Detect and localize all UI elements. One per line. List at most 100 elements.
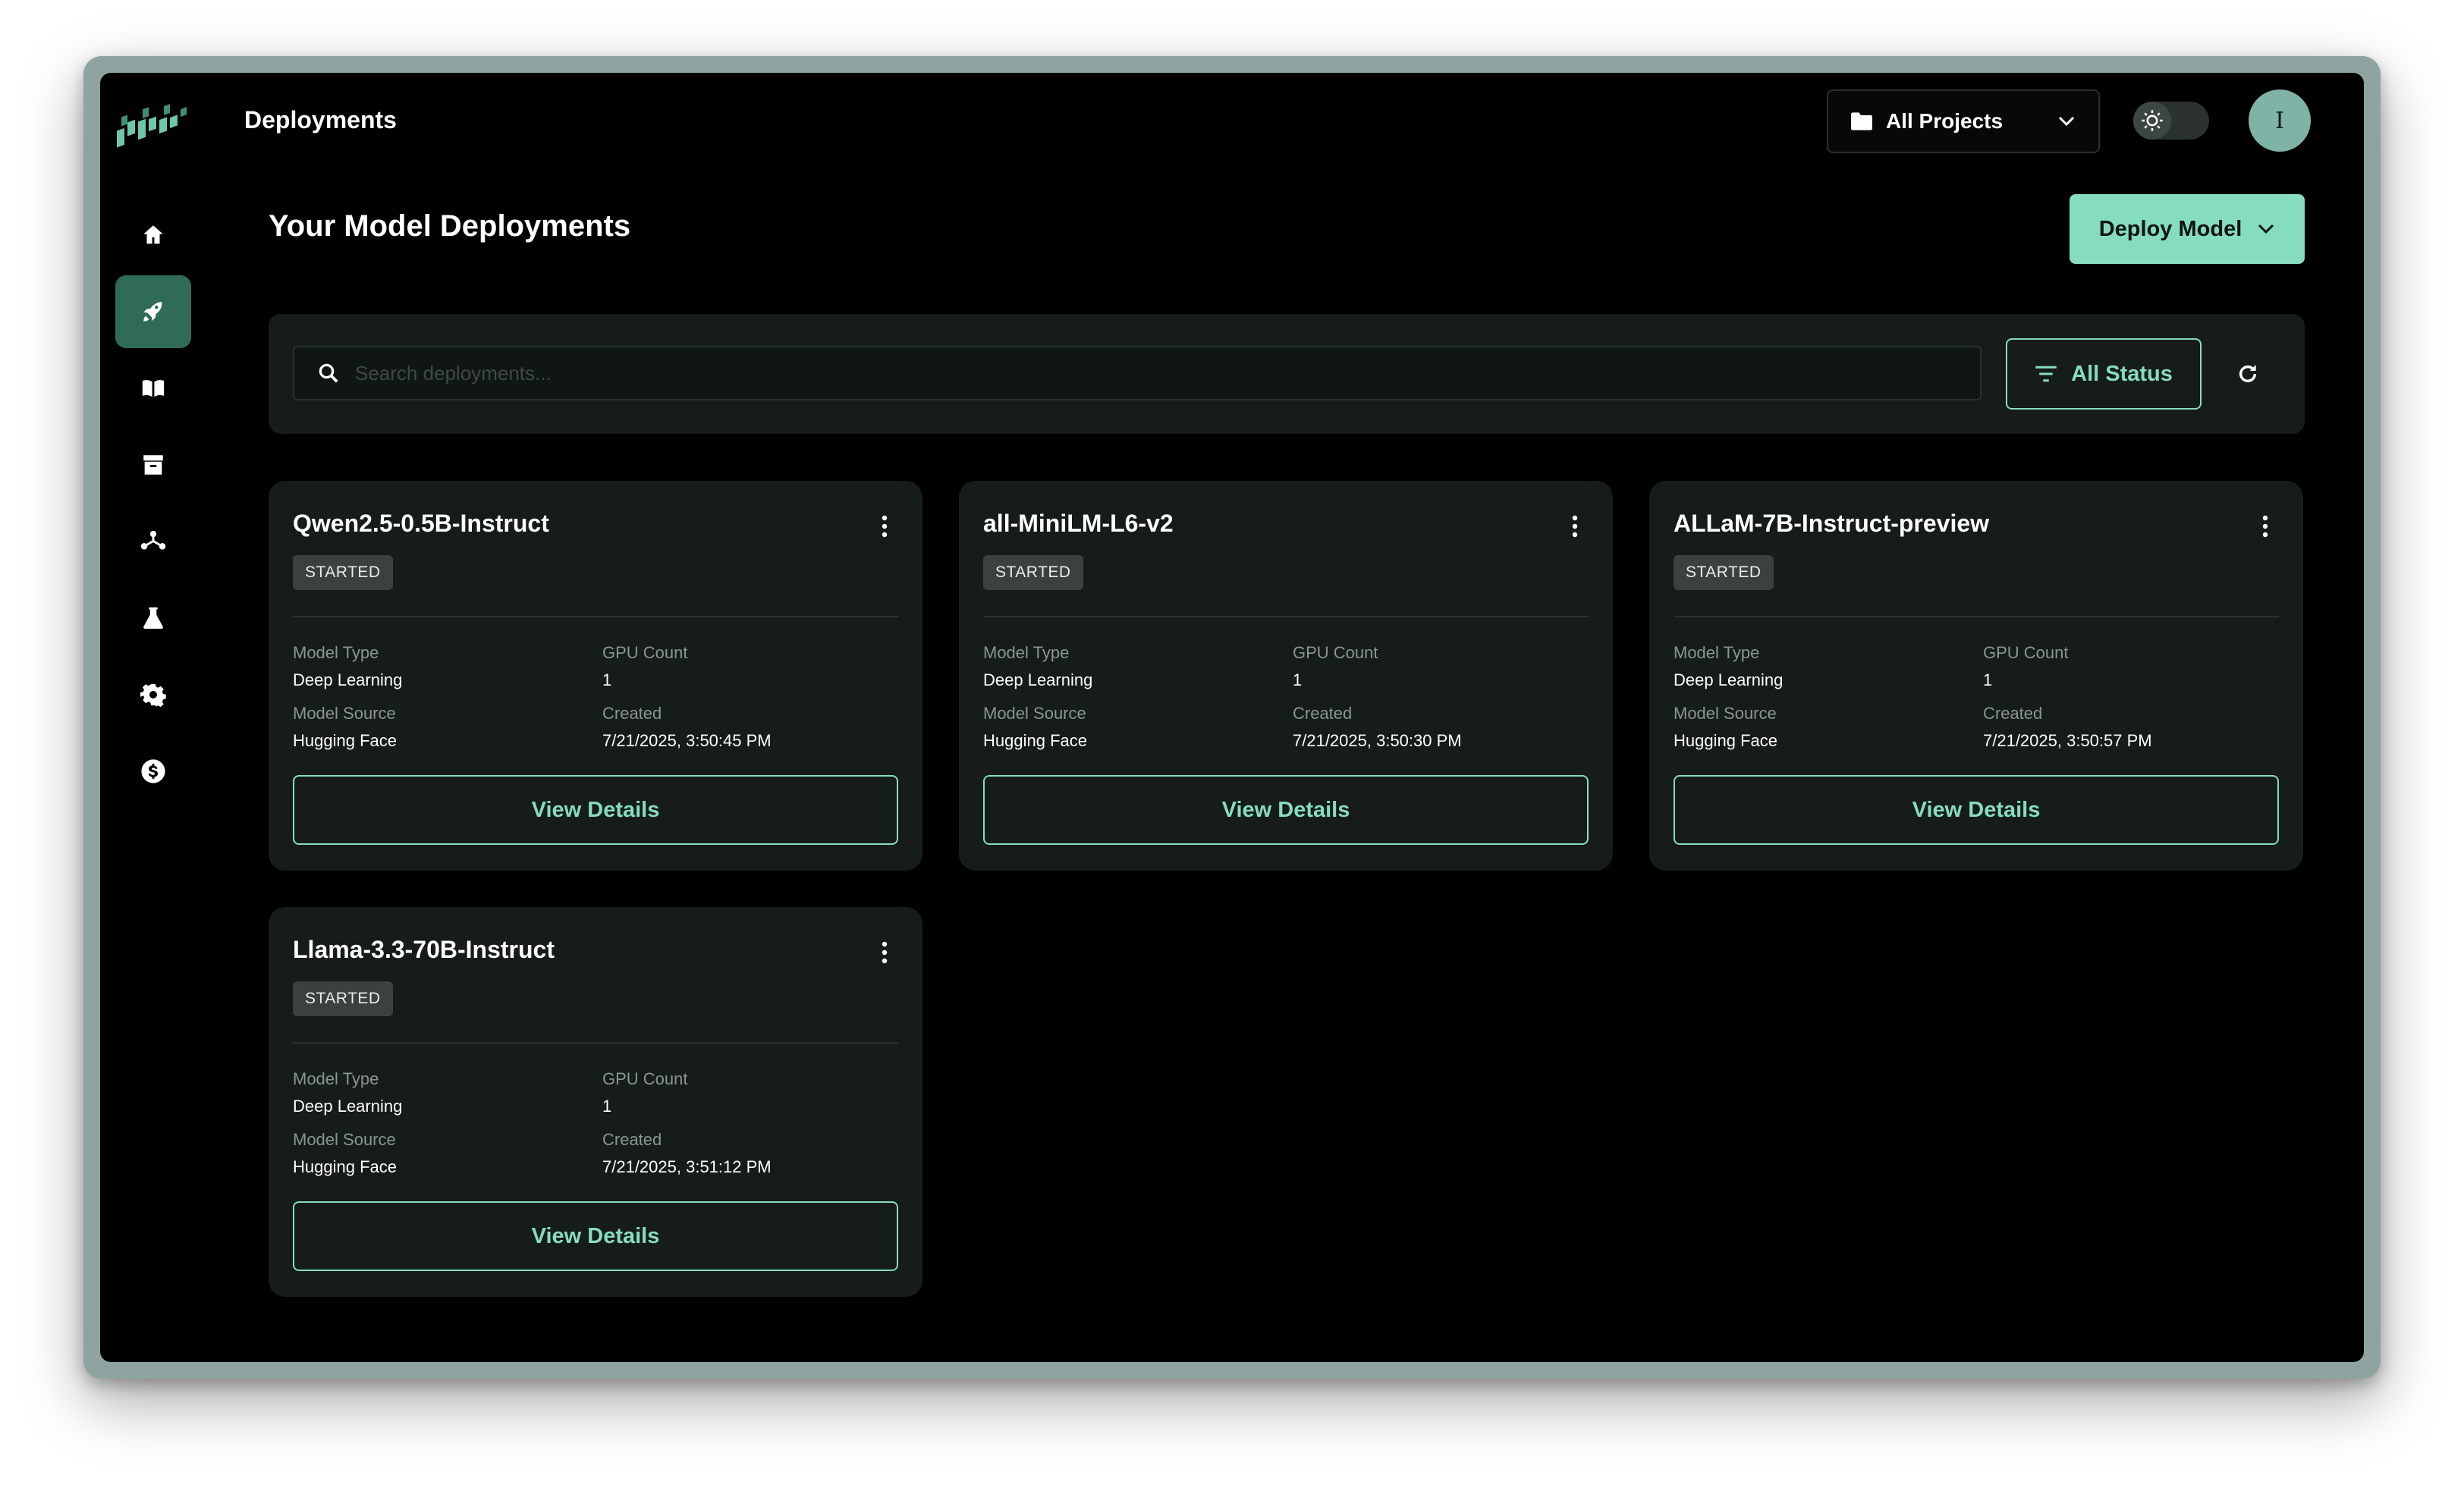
model-type-value: Deep Learning bbox=[293, 1097, 403, 1116]
deploy-model-button[interactable]: Deploy Model bbox=[2070, 194, 2305, 264]
deploy-model-label: Deploy Model bbox=[2098, 216, 2242, 241]
model-source-value: Hugging Face bbox=[293, 1157, 397, 1176]
search-box bbox=[293, 346, 1982, 400]
sidebar-item-docs[interactable] bbox=[115, 352, 191, 425]
gpu-count-label: GPU Count bbox=[602, 1069, 688, 1088]
status-badge: STARTED bbox=[1674, 555, 1774, 590]
app-window: Deployments All Projects I Your Model De… bbox=[100, 73, 2364, 1362]
deployment-card: Qwen2.5-0.5B-Instruct STARTED Model Type… bbox=[269, 481, 922, 871]
sun-icon bbox=[2142, 110, 2163, 131]
sidebar-item-home[interactable] bbox=[115, 199, 191, 272]
model-type-label: Model Type bbox=[983, 643, 1070, 662]
model-source-label: Model Source bbox=[293, 1130, 396, 1149]
avatar[interactable]: I bbox=[2249, 89, 2311, 152]
project-select-label: All Projects bbox=[1886, 109, 2004, 133]
refresh-button[interactable] bbox=[2226, 352, 2270, 396]
status-badge: STARTED bbox=[293, 555, 393, 590]
created-field: Created 7/21/2025, 3:51:12 PM bbox=[602, 1130, 772, 1177]
model-type-value: Deep Learning bbox=[983, 670, 1093, 689]
rocket-icon bbox=[143, 302, 162, 322]
created-field: Created 7/21/2025, 3:50:30 PM bbox=[1293, 704, 1462, 751]
divider bbox=[293, 1042, 898, 1044]
view-details-button[interactable]: View Details bbox=[1674, 775, 2279, 845]
book-icon bbox=[142, 380, 165, 397]
model-source-field: Model Source Hugging Face bbox=[1674, 704, 1777, 751]
gpu-count-value: 1 bbox=[602, 670, 612, 689]
status-badge: STARTED bbox=[293, 981, 393, 1016]
created-field: Created 7/21/2025, 3:50:57 PM bbox=[1983, 704, 2152, 751]
filter-icon bbox=[2035, 366, 2057, 382]
header-title: Deployments bbox=[244, 106, 397, 133]
divider bbox=[293, 616, 898, 617]
model-source-value: Hugging Face bbox=[983, 731, 1087, 750]
project-select[interactable]: All Projects bbox=[1827, 89, 2100, 153]
filter-bar: All Status bbox=[269, 314, 2305, 434]
created-value: 7/21/2025, 3:50:45 PM bbox=[602, 731, 772, 750]
deployment-name: all-MiniLM-L6-v2 bbox=[983, 510, 1174, 537]
gpu-count-label: GPU Count bbox=[1983, 643, 2069, 662]
model-type-label: Model Type bbox=[293, 643, 379, 662]
network-icon bbox=[140, 530, 166, 550]
sidebar-item-network[interactable] bbox=[115, 505, 191, 578]
status-badge: STARTED bbox=[983, 555, 1083, 590]
gpu-count-value: 1 bbox=[1293, 670, 1303, 689]
flask-icon bbox=[143, 607, 163, 629]
divider bbox=[1674, 616, 2279, 617]
search-input[interactable] bbox=[355, 361, 1957, 385]
search-icon bbox=[319, 363, 338, 383]
created-label: Created bbox=[602, 1130, 662, 1149]
deployment-name: Llama-3.3-70B-Instruct bbox=[293, 936, 555, 963]
model-source-value: Hugging Face bbox=[293, 731, 397, 750]
view-details-button[interactable]: View Details bbox=[293, 775, 898, 845]
archive-icon bbox=[143, 455, 163, 475]
more-vertical-icon bbox=[2262, 515, 2268, 538]
divider bbox=[983, 616, 1589, 617]
theme-knob bbox=[2133, 102, 2171, 140]
gpu-count-label: GPU Count bbox=[602, 643, 688, 662]
home-icon bbox=[143, 225, 163, 244]
created-label: Created bbox=[602, 704, 662, 723]
status-filter-button[interactable]: All Status bbox=[2006, 338, 2202, 410]
model-type-field: Model Type Deep Learning bbox=[1674, 643, 1783, 690]
model-source-label: Model Source bbox=[1674, 704, 1777, 723]
created-label: Created bbox=[1983, 704, 2043, 723]
sidebar-item-archive[interactable] bbox=[115, 428, 191, 501]
more-options-button[interactable] bbox=[869, 511, 900, 541]
view-details-button[interactable]: View Details bbox=[293, 1201, 898, 1271]
model-type-field: Model Type Deep Learning bbox=[983, 643, 1092, 690]
deployment-name: ALLaM-7B-Instruct-preview bbox=[1674, 510, 1990, 537]
gpu-count-value: 1 bbox=[602, 1097, 612, 1116]
model-source-field: Model Source Hugging Face bbox=[293, 1130, 397, 1177]
model-type-field: Model Type Deep Learning bbox=[293, 1069, 402, 1116]
sidebar-item-deployments[interactable] bbox=[115, 275, 191, 348]
more-vertical-icon bbox=[1572, 515, 1578, 538]
gpu-count-value: 1 bbox=[1983, 670, 1993, 689]
sidebar-item-experiments[interactable] bbox=[115, 582, 191, 654]
refresh-icon bbox=[2239, 365, 2257, 383]
dollar-icon bbox=[141, 759, 165, 783]
model-source-field: Model Source Hugging Face bbox=[293, 704, 397, 751]
model-type-value: Deep Learning bbox=[293, 670, 403, 689]
deployment-card: Llama-3.3-70B-Instruct STARTED Model Typ… bbox=[269, 907, 922, 1297]
sidebar-item-settings[interactable] bbox=[115, 658, 191, 731]
theme-toggle[interactable] bbox=[2133, 102, 2209, 140]
created-value: 7/21/2025, 3:50:30 PM bbox=[1293, 731, 1462, 750]
gpu-count-field: GPU Count 1 bbox=[1983, 643, 2069, 690]
logo-icon bbox=[117, 104, 187, 148]
model-type-label: Model Type bbox=[293, 1069, 379, 1088]
gpu-count-field: GPU Count 1 bbox=[602, 1069, 688, 1116]
gpu-count-label: GPU Count bbox=[1293, 643, 1378, 662]
sidebar-nav bbox=[115, 199, 191, 811]
gpu-count-field: GPU Count 1 bbox=[602, 643, 688, 690]
more-options-button[interactable] bbox=[1560, 511, 1590, 541]
created-value: 7/21/2025, 3:51:12 PM bbox=[602, 1157, 772, 1176]
sidebar-item-billing[interactable] bbox=[115, 735, 191, 808]
created-value: 7/21/2025, 3:50:57 PM bbox=[1983, 731, 2152, 750]
more-vertical-icon bbox=[882, 515, 888, 538]
model-source-label: Model Source bbox=[293, 704, 396, 723]
model-source-label: Model Source bbox=[983, 704, 1086, 723]
folder-icon bbox=[1851, 112, 1872, 130]
more-options-button[interactable] bbox=[2250, 511, 2280, 541]
more-options-button[interactable] bbox=[869, 937, 900, 968]
view-details-button[interactable]: View Details bbox=[983, 775, 1589, 845]
